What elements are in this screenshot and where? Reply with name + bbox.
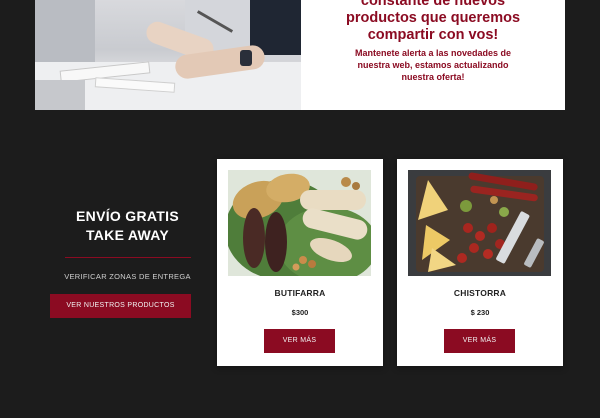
product-name: BUTIFARRA <box>274 288 326 298</box>
product-name: CHISTORRA <box>453 288 507 298</box>
hero-banner: constante de nuevos productos que querem… <box>35 0 565 110</box>
butifarra-photo <box>228 170 371 276</box>
banner-subtext: Mantenete alerta a las novedades de nues… <box>354 48 512 82</box>
chistorra-photo <box>408 170 551 276</box>
product-price: $ 230 <box>470 308 490 317</box>
office-meeting-photo <box>35 0 301 110</box>
promo-title: ENVÍO GRATIS TAKE AWAY <box>76 208 179 243</box>
delivery-promo: ENVÍO GRATIS TAKE AWAY VERIFICAR ZONAS D… <box>50 207 205 318</box>
promo-divider <box>64 257 191 258</box>
product-price: $300 <box>291 308 309 317</box>
view-more-button[interactable]: VER MÁS <box>444 329 515 353</box>
verify-delivery-zones-link[interactable]: VERIFICAR ZONAS DE ENTREGA <box>50 272 205 281</box>
banner-text-panel: constante de nuevos productos que querem… <box>301 0 565 110</box>
view-more-button[interactable]: VER MÁS <box>264 329 335 353</box>
view-products-button[interactable]: VER NUESTROS PRODUCTOS <box>50 294 191 318</box>
product-card-butifarra[interactable]: BUTIFARRA $300 VER MÁS <box>217 159 383 366</box>
banner-headline: constante de nuevos productos que querem… <box>345 0 521 43</box>
product-card-chistorra[interactable]: CHISTORRA $ 230 VER MÁS <box>397 159 563 366</box>
